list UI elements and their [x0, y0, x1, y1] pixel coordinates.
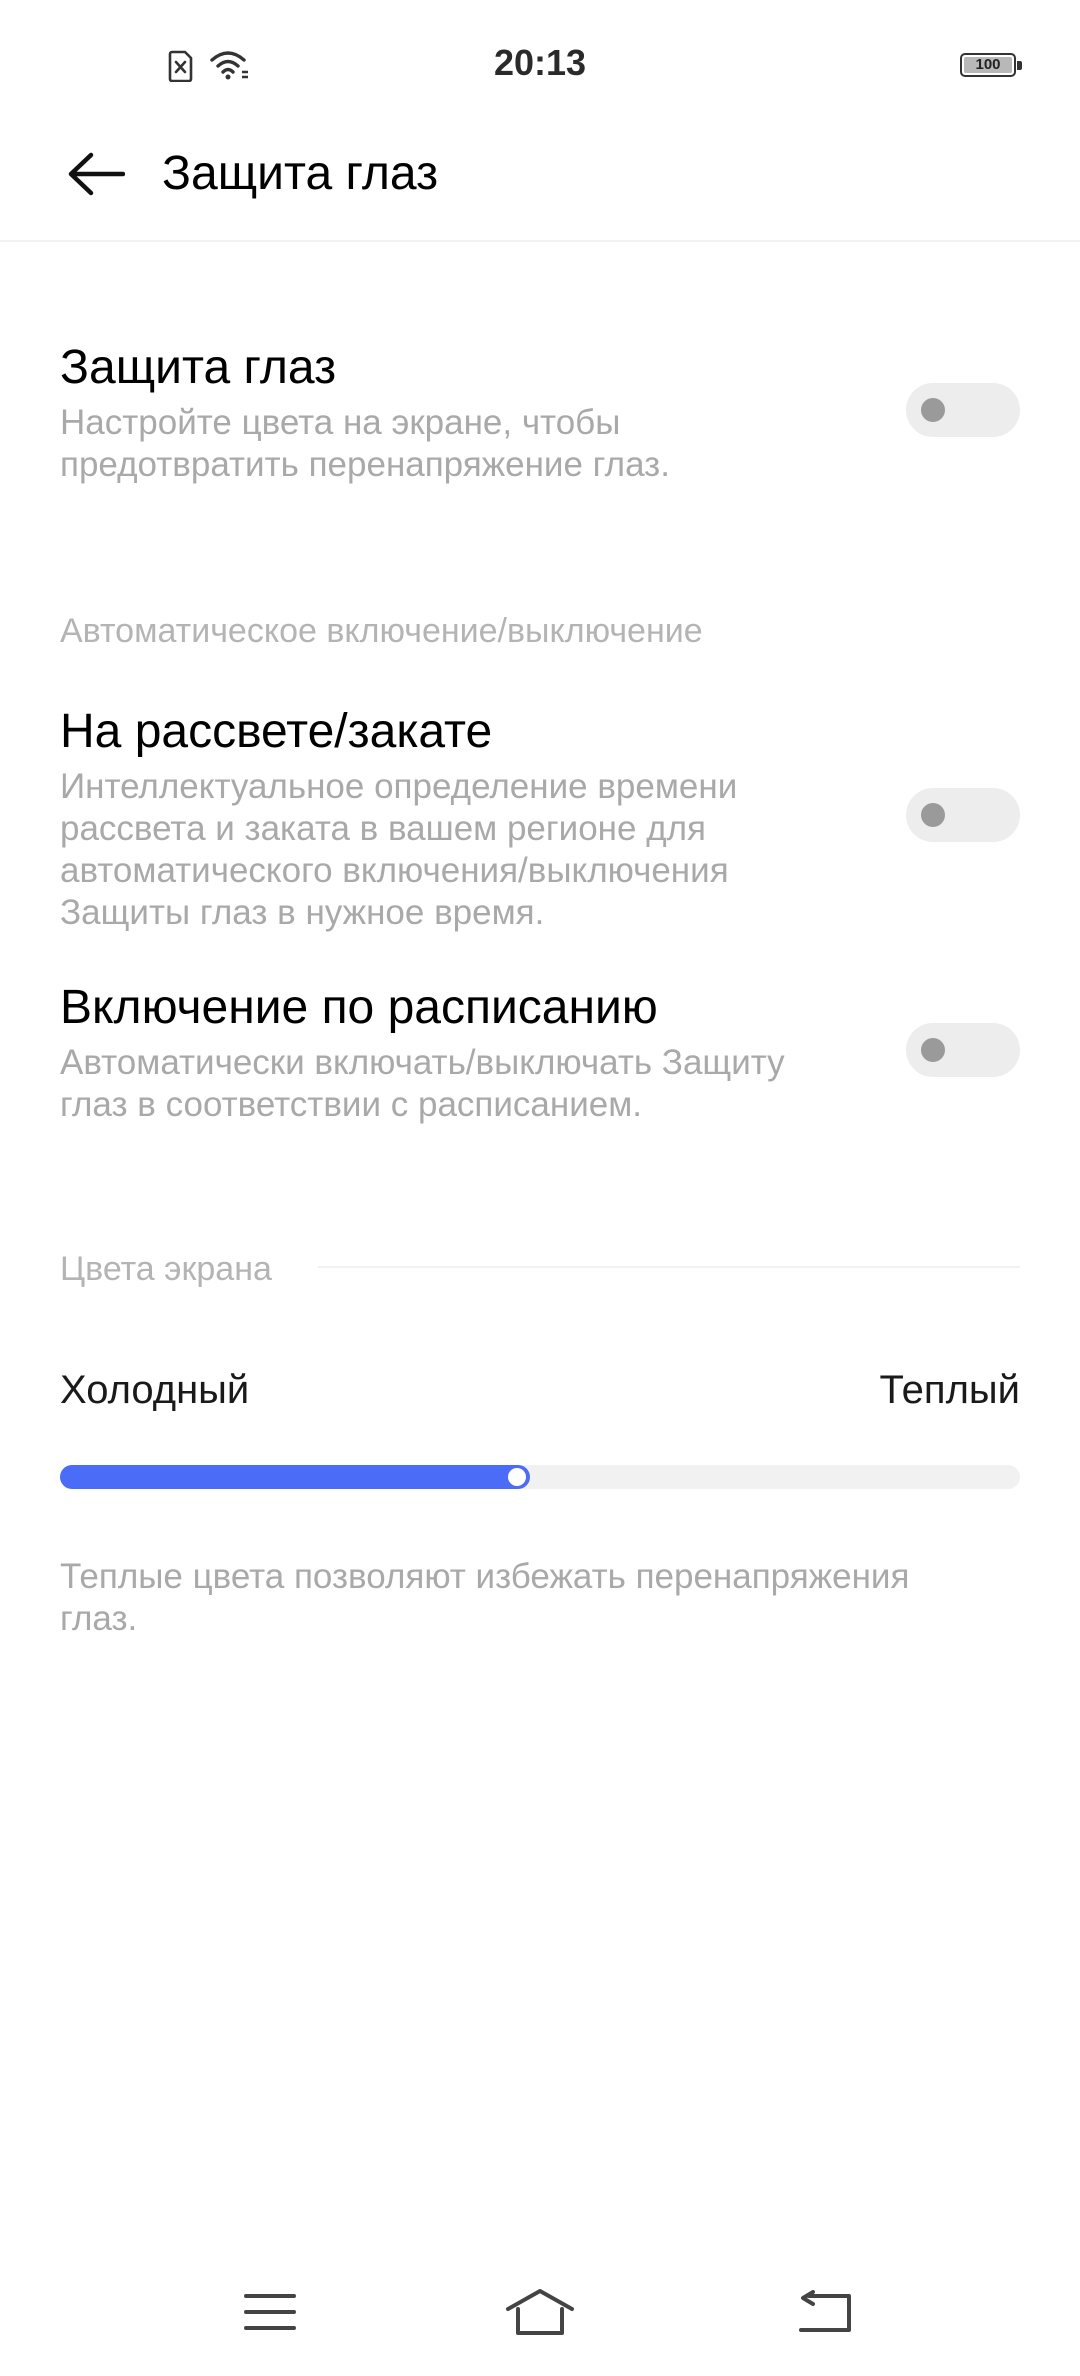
no-sim-icon — [168, 50, 194, 87]
description-line: Защиты глаз в нужное время. — [60, 893, 545, 932]
description-line: глаз в соответствии с расписанием. — [60, 1085, 643, 1124]
hint-line: глаз. — [60, 1599, 138, 1638]
eye-protection-toggle[interactable] — [906, 383, 1020, 437]
schedule-toggle[interactable] — [906, 1023, 1020, 1077]
back-icon — [799, 2290, 851, 2332]
menu-icon — [244, 2294, 296, 2330]
eye-protection-title: Защита глаз — [60, 341, 337, 394]
battery-level: 100 — [975, 56, 1001, 73]
sunrise-sunset-title: На рассвете/закате — [60, 705, 493, 758]
colors-section-header: Цвета экрана — [60, 1250, 272, 1288]
eye-protection-description: Настройте цвета на экране, чтобы предотв… — [60, 402, 860, 486]
cold-label: Холодный — [60, 1368, 250, 1412]
wifi-icon — [210, 50, 250, 85]
eye-protection-row[interactable]: Защита глаз Настройте цвета на экране, ч… — [0, 330, 1080, 500]
nav-menu-button[interactable] — [210, 2272, 330, 2352]
warm-colors-hint: Теплые цвета позволяют избежать перенапр… — [60, 1556, 1000, 1640]
slider-thumb[interactable] — [508, 1468, 526, 1486]
section-divider — [318, 1266, 1020, 1268]
nav-back-button[interactable] — [765, 2272, 885, 2352]
description-line: Настройте цвета на экране, чтобы — [60, 403, 621, 442]
warm-label: Теплый — [879, 1368, 1020, 1412]
slider-fill — [60, 1465, 530, 1489]
home-icon — [506, 2289, 574, 2335]
auto-section-header: Автоматическое включение/выключение — [60, 612, 703, 650]
description-line: Автоматически включать/выключать Защиту — [60, 1043, 785, 1082]
toggle-knob — [921, 803, 945, 827]
status-time: 20:13 — [493, 42, 587, 83]
page-title: Защита глаз — [162, 147, 439, 200]
back-button[interactable] — [60, 138, 132, 210]
description-line: предотвратить перенапряжение глаз. — [60, 445, 670, 484]
battery-icon: 100 — [960, 53, 1024, 79]
color-temperature-slider[interactable] — [60, 1465, 1020, 1489]
schedule-description: Автоматически включать/выключать Защиту … — [60, 1042, 900, 1126]
arrow-left-icon — [68, 152, 125, 196]
description-line: рассвета и заката в вашем регионе для — [60, 809, 706, 848]
schedule-title: Включение по расписанию — [60, 981, 658, 1034]
toggle-knob — [921, 1038, 945, 1062]
toggle-knob — [921, 398, 945, 422]
nav-home-button[interactable] — [480, 2272, 600, 2352]
header-divider — [0, 240, 1080, 242]
description-line: Интеллектуальное определение времени — [60, 767, 738, 806]
description-line: автоматического включения/выключения — [60, 851, 729, 890]
sunrise-sunset-toggle[interactable] — [906, 788, 1020, 842]
sunrise-sunset-description: Интеллектуальное определение времени рас… — [60, 766, 860, 934]
sunrise-sunset-row[interactable]: На рассвете/закате Интеллектуальное опре… — [0, 694, 1080, 944]
schedule-row[interactable]: Включение по расписанию Автоматически вк… — [0, 970, 1080, 1140]
hint-line: Теплые цвета позволяют избежать перенапр… — [60, 1557, 910, 1596]
